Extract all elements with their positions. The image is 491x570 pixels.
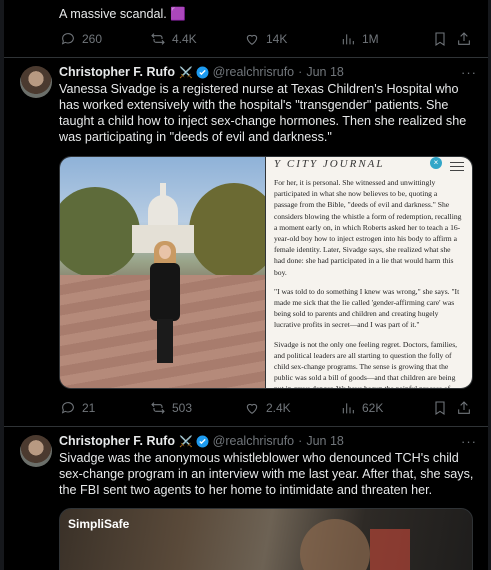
tree-left (60, 187, 140, 277)
heart-icon (246, 34, 258, 45)
retweet-count: 503 (172, 401, 193, 415)
like-count: 14K (266, 32, 288, 46)
retweet-button[interactable]: 4.4K (150, 31, 197, 47)
separator-dot: · (298, 434, 303, 448)
action-bar: 21 503 2.4K 62K (58, 398, 473, 418)
video-scene (370, 529, 410, 570)
share-button[interactable] (456, 31, 472, 47)
article-paragraph: "I was told to do something I knew was w… (274, 286, 460, 330)
views-count: 1M (362, 32, 379, 46)
person-face (159, 245, 171, 259)
divider (4, 426, 488, 427)
avatar[interactable] (20, 66, 52, 98)
views-icon (342, 403, 354, 414)
views-button[interactable]: 1M (340, 31, 379, 47)
tree-right (189, 183, 265, 279)
verified-badge-icon (196, 66, 209, 78)
tweet-text: Sivadge was the anonymous whistleblower … (59, 451, 474, 497)
hamburger-menu-icon (450, 159, 464, 174)
author-name[interactable]: Christopher F. Rufo (59, 434, 175, 448)
verified-badge-icon (196, 435, 209, 447)
share-icon (458, 32, 470, 45)
tweet-text: Vanessa Sivadge is a registered nurse at… (59, 82, 467, 144)
person-legs (157, 319, 173, 363)
retweet-icon (151, 33, 165, 45)
retweet-icon (151, 402, 165, 414)
bookmark-button[interactable] (432, 400, 448, 416)
swords-emoji: ⚔️ (178, 66, 193, 79)
author-handle[interactable]: @realchrisrufo (213, 65, 294, 79)
share-button[interactable] (456, 400, 472, 416)
views-count: 62K (362, 401, 384, 415)
avatar[interactable] (20, 435, 52, 467)
like-button[interactable]: 2.4K (244, 400, 291, 416)
more-options-icon[interactable]: ··· (461, 65, 477, 80)
video-scene (300, 519, 370, 570)
video-watermark: SimpliSafe (68, 517, 130, 531)
tweet-date[interactable]: Jun 18 (306, 65, 344, 79)
tweet-media[interactable]: Y CITY JOURNAL × For her, it is personal… (59, 156, 473, 389)
close-icon: × (430, 157, 442, 169)
tweet-header: Christopher F. Rufo ⚔️ @realchrisrufo · … (59, 64, 477, 80)
tweet-header: Christopher F. Rufo ⚔️ @realchrisrufo · … (59, 433, 477, 449)
article-body: For her, it is personal. She witnessed a… (266, 171, 472, 388)
like-button[interactable]: 14K (244, 31, 287, 47)
author-name[interactable]: Christopher F. Rufo (59, 65, 175, 79)
article-brand: Y CITY JOURNAL (274, 158, 385, 170)
reply-button[interactable]: 21 (60, 400, 95, 416)
reply-count: 21 (82, 401, 96, 415)
person-body (150, 263, 180, 321)
heart-icon (246, 403, 258, 414)
bookmark-button[interactable] (432, 31, 448, 47)
capitol-photo[interactable] (60, 157, 265, 388)
reply-icon (61, 33, 74, 45)
like-count: 2.4K (266, 401, 291, 415)
swords-emoji: ⚔️ (178, 435, 193, 448)
tweet-video[interactable]: SimpliSafe (59, 508, 473, 570)
left-rail (0, 0, 4, 570)
views-icon (342, 34, 354, 45)
more-options-icon[interactable]: ··· (461, 434, 477, 449)
article-header: Y CITY JOURNAL × (266, 157, 472, 171)
author-handle[interactable]: @realchrisrufo (213, 434, 294, 448)
retweet-button[interactable]: 503 (150, 400, 192, 416)
reply-icon (61, 402, 74, 414)
retweet-count: 4.4K (172, 32, 197, 46)
bookmark-icon (435, 32, 445, 46)
reply-count: 260 (82, 32, 103, 46)
capitol-dome (148, 195, 178, 227)
tweet-date[interactable]: Jun 18 (306, 434, 344, 448)
share-icon (458, 401, 470, 414)
divider (4, 57, 488, 58)
reply-button[interactable]: 260 (60, 31, 102, 47)
action-bar: 260 4.4K 14K 1M (58, 29, 473, 49)
article-paragraph: For her, it is personal. She witnessed a… (274, 178, 462, 277)
article-screenshot[interactable]: Y CITY JOURNAL × For her, it is personal… (265, 157, 472, 388)
article-paragraph: Sivadge is not the only one feeling regr… (274, 339, 458, 388)
tweet-text: A massive scandal. 🟪 (59, 7, 186, 21)
bookmark-icon (435, 401, 445, 415)
views-button[interactable]: 62K (340, 400, 383, 416)
separator-dot: · (298, 65, 303, 79)
